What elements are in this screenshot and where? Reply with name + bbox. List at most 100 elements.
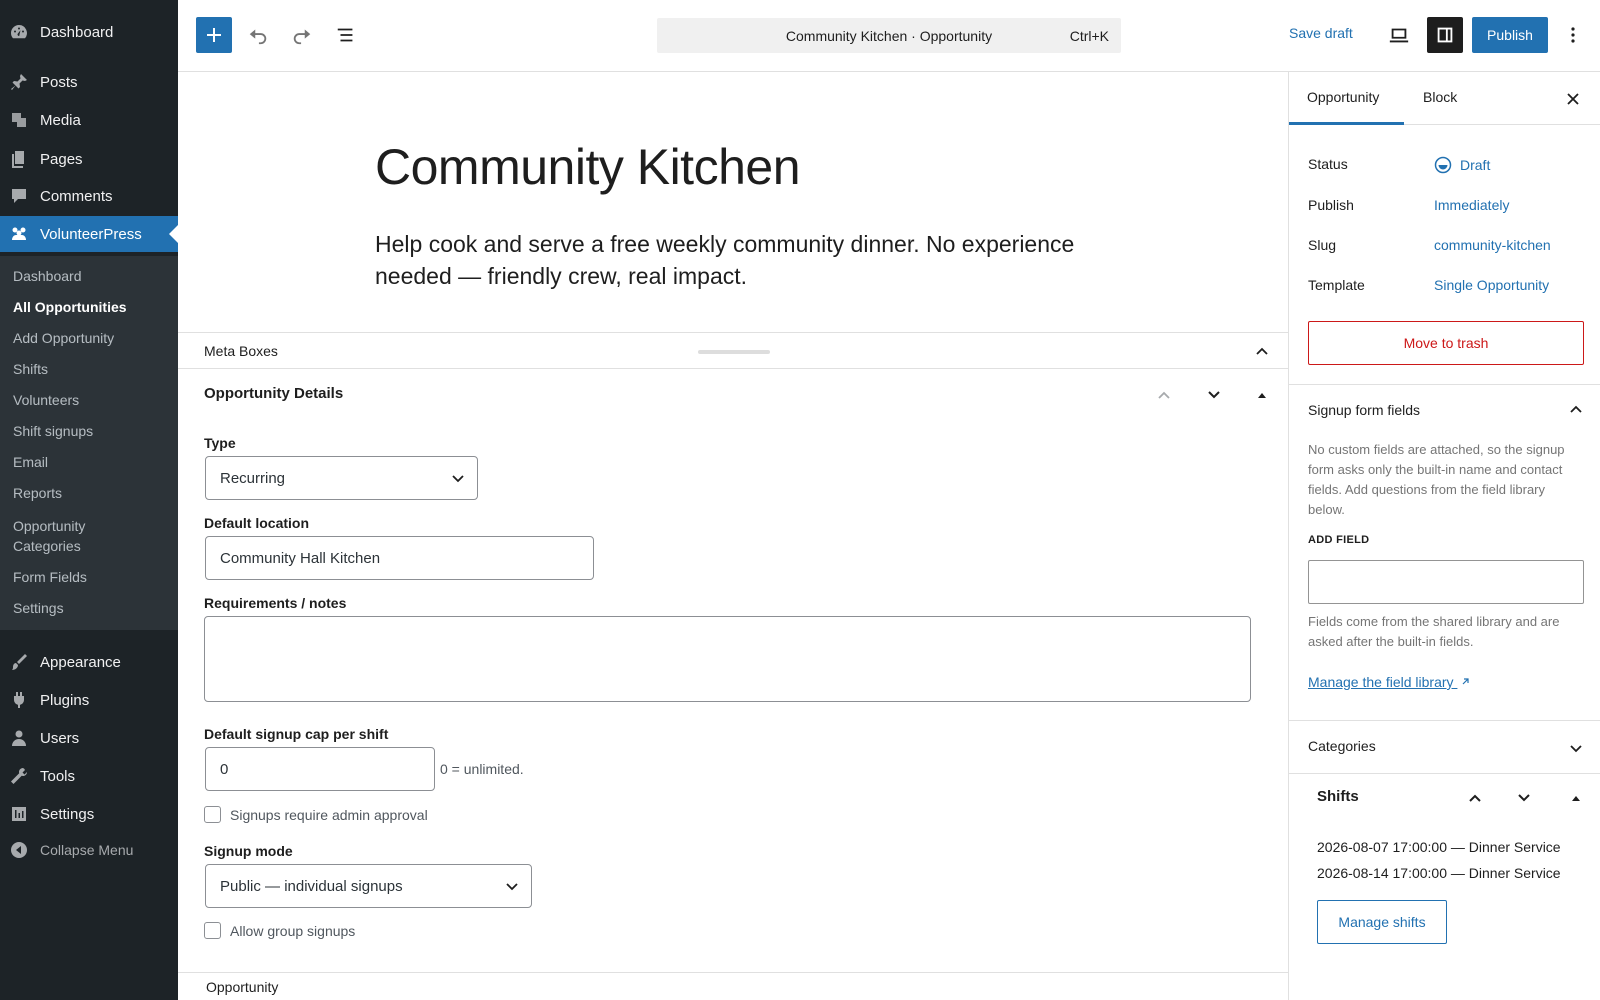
menu-appearance[interactable]: Appearance <box>0 644 178 680</box>
undo-button[interactable] <box>240 17 276 53</box>
shifts-title: Shifts <box>1317 788 1359 805</box>
chevron-down-icon[interactable] <box>1568 740 1584 756</box>
collapse-label: Collapse Menu <box>40 842 134 858</box>
move-down-icon[interactable] <box>1516 790 1532 806</box>
approval-checkbox[interactable] <box>204 806 221 823</box>
menu-users[interactable]: Users <box>0 720 178 756</box>
shift-entry: 2026-08-07 17:00:00 — Dinner Service <box>1317 839 1561 855</box>
mode-select[interactable]: Public — individual signups <box>205 864 532 908</box>
template-button[interactable]: Single Opportunity <box>1434 277 1549 293</box>
breadcrumb[interactable]: Opportunity <box>206 979 278 995</box>
status-value-button[interactable]: Draft <box>1434 156 1490 174</box>
block-inserter-button[interactable] <box>196 17 232 53</box>
cap-input[interactable]: 0 <box>205 747 435 791</box>
save-draft-button[interactable]: Save draft <box>1289 25 1353 41</box>
slug-button[interactable]: community-kitchen <box>1434 237 1551 253</box>
menu-comments[interactable]: Comments <box>0 178 178 214</box>
menu-volunteerpress[interactable]: VolunteerPress <box>0 216 178 252</box>
submenu-settings[interactable]: Settings <box>13 598 163 618</box>
submenu-shifts[interactable]: Shifts <box>13 359 163 379</box>
toggle-panel-icon[interactable] <box>1570 792 1582 804</box>
categories-title[interactable]: Categories <box>1308 738 1376 754</box>
settings-sidebar-toggle[interactable] <box>1427 17 1463 53</box>
submenu-opportunity-categories[interactable]: Opportunity Categories <box>13 516 123 556</box>
submenu-shift-signups[interactable]: Shift signups <box>13 421 163 441</box>
location-input[interactable]: Community Hall Kitchen <box>205 536 594 580</box>
meta-boxes-header[interactable]: Meta Boxes <box>178 332 1288 369</box>
add-field-label: ADD FIELD <box>1308 534 1370 546</box>
panel-tabs: Opportunity Block <box>1289 72 1600 125</box>
undo-icon <box>249 29 267 45</box>
signup-fields-title[interactable]: Signup form fields <box>1308 402 1420 418</box>
block-breadcrumb-bar: Opportunity <box>178 972 1288 1000</box>
status-label: Status <box>1308 156 1348 172</box>
editor-toolbar: Community Kitchen · Opportunity Ctrl+K S… <box>178 0 1600 72</box>
group-checkbox-row[interactable]: Allow group signups <box>204 922 355 939</box>
publish-date-button[interactable]: Immediately <box>1434 197 1509 213</box>
approval-checkbox-row[interactable]: Signups require admin approval <box>204 806 428 823</box>
submenu-dashboard[interactable]: Dashboard <box>13 266 163 286</box>
add-field-input[interactable] <box>1308 560 1584 604</box>
submenu-form-fields[interactable]: Form Fields <box>13 567 163 587</box>
more-vertical-icon <box>1571 27 1575 43</box>
requirements-textarea[interactable] <box>204 616 1251 702</box>
mode-value: Public — individual signups <box>220 877 403 895</box>
menu-label: Tools <box>40 767 76 785</box>
resize-handle[interactable] <box>698 350 770 354</box>
toggle-panel-icon[interactable] <box>1256 389 1268 401</box>
move-to-trash-button[interactable]: Move to trash <box>1308 321 1584 365</box>
redo-button[interactable] <box>284 17 320 53</box>
tab-block[interactable]: Block <box>1423 89 1457 105</box>
post-title[interactable]: Community Kitchen <box>375 138 801 196</box>
menu-label: VolunteerPress <box>40 225 142 243</box>
manage-library-label: Manage the field library <box>1308 674 1454 690</box>
collapse-menu-button[interactable]: Collapse Menu <box>0 832 178 868</box>
submenu-volunteers[interactable]: Volunteers <box>13 390 163 410</box>
opportunity-details-title: Opportunity Details <box>204 385 344 402</box>
submenu-reports[interactable]: Reports <box>13 483 163 503</box>
document-overview-button[interactable] <box>328 17 364 53</box>
menu-media[interactable]: Media <box>0 102 178 138</box>
move-up-icon[interactable] <box>1156 387 1172 403</box>
chevron-up-icon[interactable] <box>1254 344 1270 360</box>
cap-value: 0 <box>220 760 229 778</box>
group-checkbox[interactable] <box>204 922 221 939</box>
type-select[interactable]: Recurring <box>205 456 478 500</box>
menu-plugins[interactable]: Plugins <box>0 682 178 718</box>
move-up-icon[interactable] <box>1467 790 1483 806</box>
options-menu-button[interactable] <box>1558 17 1588 53</box>
tab-opportunity[interactable]: Opportunity <box>1307 89 1379 105</box>
submenu-all-opportunities[interactable]: All Opportunities <box>13 297 163 317</box>
submenu-add-opportunity[interactable]: Add Opportunity <box>13 328 163 348</box>
close-panel-button[interactable] <box>1561 87 1585 111</box>
cap-label: Default signup cap per shift <box>204 726 389 742</box>
menu-tools[interactable]: Tools <box>0 758 178 794</box>
manage-field-library-link[interactable]: Manage the field library <box>1308 674 1470 690</box>
menu-pages[interactable]: Pages <box>0 141 178 177</box>
signup-fields-description: No custom fields are attached, so the si… <box>1308 442 1565 517</box>
close-icon <box>1567 93 1579 105</box>
preview-button[interactable] <box>1381 17 1417 53</box>
menu-settings[interactable]: Settings <box>0 796 178 832</box>
menu-label: Plugins <box>40 691 90 709</box>
chevron-down-icon <box>452 475 464 483</box>
requirements-label: Requirements / notes <box>204 595 347 611</box>
menu-label: Dashboard <box>40 23 114 41</box>
menu-posts[interactable]: Posts <box>0 64 178 100</box>
menu-dashboard[interactable]: Dashboard <box>0 14 178 50</box>
publish-button[interactable]: Publish <box>1472 17 1548 53</box>
shortcut-hint: Ctrl+K <box>1069 27 1109 44</box>
submenu-email[interactable]: Email <box>13 452 163 472</box>
move-down-icon[interactable] <box>1206 387 1222 403</box>
redo-icon <box>293 29 311 45</box>
slug-label: Slug <box>1308 237 1337 253</box>
mode-label: Signup mode <box>204 843 293 859</box>
wrench-icon <box>8 765 30 787</box>
post-excerpt[interactable]: Help cook and serve a free weekly commun… <box>375 228 1095 292</box>
manage-shifts-button[interactable]: Manage shifts <box>1317 900 1447 944</box>
command-palette-bar[interactable]: Community Kitchen · Opportunity Ctrl+K <box>657 18 1121 53</box>
chevron-up-icon[interactable] <box>1568 402 1584 418</box>
menu-label: Users <box>40 729 80 747</box>
meta-boxes-label: Meta Boxes <box>204 343 278 359</box>
dashboard-icon <box>8 21 30 43</box>
